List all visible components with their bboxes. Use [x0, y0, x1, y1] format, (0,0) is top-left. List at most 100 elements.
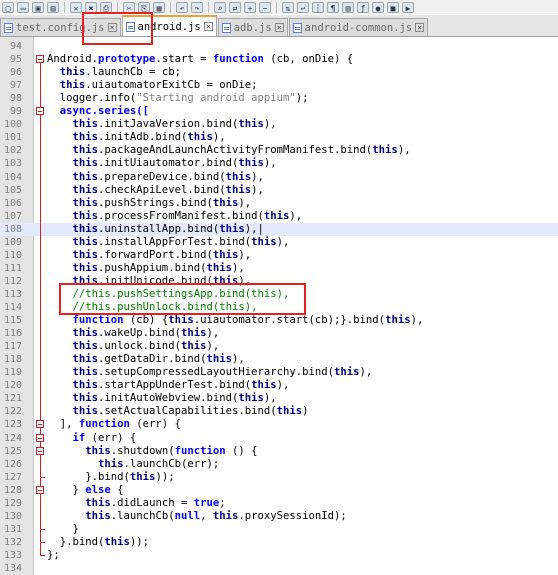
code-token: ), — [263, 118, 277, 131]
code-line[interactable]: 118 this.getDataDir.bind(this), — [0, 353, 558, 366]
code-line[interactable]: 103 this.initUiautomator.bind(this), — [0, 157, 558, 170]
file-icon — [221, 22, 231, 33]
code-line[interactable]: 128 } else { — [0, 484, 558, 497]
code-line[interactable]: 102 this.packageAndLaunchActivityFromMan… — [0, 144, 558, 157]
sync-icon[interactable]: ⇅ — [282, 1, 294, 13]
fold-toggle-icon[interactable] — [36, 107, 44, 116]
code-line[interactable]: 96 this.launchCb = cb; — [0, 66, 558, 79]
code-line[interactable]: 123 ], function (err) { — [0, 418, 558, 431]
macro-play-icon[interactable]: ▶ — [402, 1, 414, 13]
paste-icon[interactable]: ▦ — [153, 1, 165, 13]
save-all-icon[interactable]: ▤ — [47, 1, 59, 13]
code-line[interactable]: 106 this.pushStrings.bind(this), — [0, 197, 558, 210]
close-icon[interactable]: × — [274, 23, 284, 32]
code-line[interactable]: 119 this.setupCompressedLayoutHierarchy.… — [0, 366, 558, 379]
fold-guide — [40, 63, 41, 555]
line-number: 131 — [3, 523, 22, 535]
undo-icon[interactable]: ↶ — [176, 1, 188, 13]
code-line[interactable]: 109 this.installAppForTest.bind(this), — [0, 236, 558, 249]
redo-icon[interactable]: ↷ — [191, 1, 203, 13]
indent-guide-icon[interactable]: ┆ — [312, 1, 324, 13]
code-line[interactable]: 124 if (err) { — [0, 432, 558, 445]
function-list-icon[interactable]: ƒ — [357, 1, 369, 13]
save-icon[interactable]: ▣ — [32, 1, 44, 13]
code-token: null — [174, 509, 201, 522]
doc-map-icon[interactable]: ▥ — [342, 1, 354, 13]
code-token: this — [59, 79, 86, 92]
code-line[interactable]: 98 logger.info("Starting android appium"… — [0, 92, 558, 105]
replace-icon[interactable]: ⇄ — [229, 1, 241, 13]
zoom-in-icon[interactable]: + — [244, 1, 256, 13]
code-line[interactable]: 130 this.launchCb(null, this.proxySessio… — [0, 510, 558, 523]
cut-icon[interactable]: ✂ — [123, 1, 135, 13]
code-line[interactable]: 111 this.pushAppium.bind(this), — [0, 262, 558, 275]
code-line[interactable]: 117 this.unlock.bind(this), — [0, 340, 558, 353]
code-line[interactable]: 110 this.forwardPort.bind(this), — [0, 249, 558, 262]
macro-stop-icon[interactable]: ■ — [387, 1, 399, 13]
open-file-icon[interactable]: ▭ — [17, 1, 29, 13]
wrap-icon[interactable]: ↩ — [297, 1, 309, 13]
code-token: )); — [129, 535, 150, 548]
find-icon[interactable]: ⌕ — [214, 1, 226, 13]
code-token: this — [206, 261, 232, 274]
code-token: this — [72, 392, 99, 405]
code-line[interactable]: 105 this.checkApiLevel.bind(this), — [0, 184, 558, 197]
code-token: this — [238, 157, 264, 170]
fold-toggle-icon[interactable] — [36, 485, 44, 494]
close-icon[interactable]: ✕ — [70, 1, 82, 13]
code-token: ), — [410, 314, 424, 327]
code-token: this — [334, 366, 360, 379]
macro-record-icon[interactable]: ● — [372, 1, 384, 13]
code-token: .initAutoWebview.bind( — [98, 392, 239, 405]
code-token: .uninstallApp.bind( — [98, 222, 220, 235]
code-line[interactable]: 131 } — [0, 523, 558, 536]
code-text: this.packageAndLaunchActivityFromManifes… — [47, 144, 411, 157]
code-line[interactable]: 108 this.uninstallApp.bind(this),| — [0, 222, 558, 236]
line-number: 119 — [3, 367, 22, 379]
code-line[interactable]: 127 }.bind(this)); — [0, 471, 558, 484]
code-token: function — [72, 314, 124, 327]
code-line[interactable]: 133}; — [0, 549, 558, 562]
line-number: 121 — [3, 393, 22, 405]
close-all-icon[interactable]: ✖ — [85, 1, 97, 13]
code-line[interactable]: 121 this.initAutoWebview.bind(this), — [0, 392, 558, 405]
fold-toggle-icon[interactable] — [36, 55, 44, 64]
code-line[interactable]: 95 Android.prototype.start = function (cb… — [0, 53, 558, 66]
code-token: this — [72, 248, 99, 261]
code-line[interactable]: 129 this.didLaunch = true; — [0, 497, 558, 510]
line-number: 113 — [3, 288, 22, 300]
code-token: .setupCompressedLayoutHierarchy.bind( — [98, 366, 335, 379]
copy-icon[interactable]: ⎘ — [138, 1, 150, 13]
code-line[interactable]: 99 async.series([ — [0, 105, 558, 118]
fold-toggle-icon[interactable] — [36, 433, 44, 442]
code-line[interactable]: 125 this.shutdown(function () { — [0, 445, 558, 458]
code-token: ),| — [244, 222, 264, 235]
line-number: 126 — [3, 458, 22, 470]
tab-adb-js[interactable]: adb.js × — [217, 18, 288, 36]
code-line[interactable]: 100 this.initJavaVersion.bind(this), — [0, 118, 558, 131]
zoom-out-icon[interactable]: − — [259, 1, 271, 13]
code-line[interactable]: 134 — [0, 562, 558, 575]
tab-android-common-js[interactable]: android-common.js × — [288, 18, 429, 36]
code-line[interactable]: 107 this.processFromManifest.bind(this), — [0, 210, 558, 223]
close-icon[interactable]: × — [415, 23, 425, 32]
code-line[interactable]: 122 this.setActualCapabilities.bind(this… — [0, 405, 558, 418]
code-line[interactable]: 120 this.startAppUnderTest.bind(this), — [0, 379, 558, 392]
new-file-icon[interactable]: □ — [2, 1, 14, 13]
code-line[interactable]: 132 }.bind(this)); — [0, 536, 558, 549]
fold-toggle-icon[interactable] — [36, 420, 44, 429]
line-number: 112 — [3, 275, 22, 287]
close-icon[interactable]: × — [203, 22, 213, 31]
code-line[interactable]: 101 this.initAdb.bind(this), — [0, 131, 558, 144]
code-line[interactable]: 104 this.prepareDevice.bind(this), — [0, 171, 558, 184]
all-chars-icon[interactable]: ¶ — [327, 1, 339, 13]
code-line[interactable]: 126 this.launchCb(err); — [0, 458, 558, 471]
code-token: ), — [251, 170, 264, 183]
code-line[interactable]: 116 this.wakeUp.bind(this), — [0, 327, 558, 340]
fold-toggle-icon[interactable] — [36, 446, 44, 455]
code-line[interactable]: 97 this.uiautomatorExitCb = onDie; — [0, 79, 558, 92]
print-icon[interactable]: ⎙ — [100, 1, 112, 13]
code-token: ), — [238, 248, 252, 261]
code-line[interactable]: 115 function (cb) {this.uiautomator.star… — [0, 314, 558, 327]
